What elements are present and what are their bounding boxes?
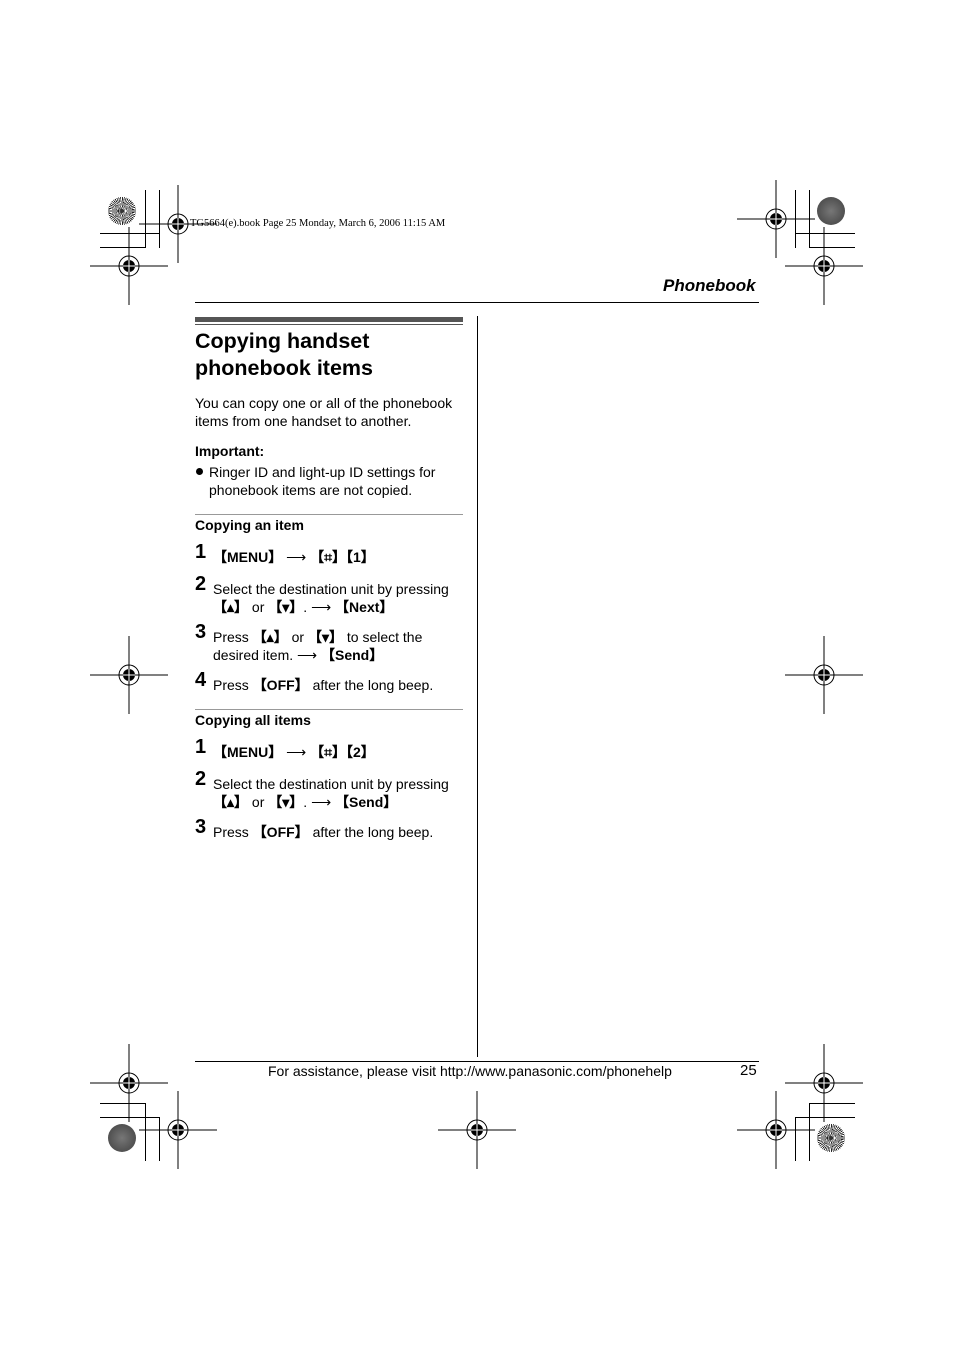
crop-mark	[159, 190, 160, 248]
title-bar	[195, 317, 463, 322]
print-info-line: TG5664(e).book Page 25 Monday, March 6, …	[190, 218, 446, 229]
step-text: 【MENU】 ⟶ 【⌗】【1】	[213, 549, 375, 565]
registration-target-icon	[785, 1044, 863, 1122]
step-number: 3	[195, 621, 207, 643]
step-number: 4	[195, 669, 207, 691]
step: 2 Select the destination unit by pressing…	[195, 574, 467, 616]
crop-mark	[809, 1103, 810, 1161]
page-title: Copying handset phonebook items	[195, 328, 475, 382]
crop-mark	[159, 1117, 160, 1161]
footer-rule	[195, 1061, 759, 1062]
title-bar-thin	[195, 324, 463, 325]
crop-mark	[809, 247, 855, 248]
crop-mark	[100, 1117, 160, 1118]
step: 2 Select the destination unit by pressing…	[195, 769, 467, 811]
section-heading: Copying an item	[195, 517, 304, 533]
intro-paragraph: You can copy one or all of the phonebook…	[195, 395, 453, 429]
crop-mark	[145, 1103, 146, 1161]
crop-mark	[795, 190, 796, 248]
registration-target-icon	[785, 227, 863, 305]
crop-mark	[795, 233, 855, 234]
step: 1 【MENU】 ⟶ 【⌗】【2】	[195, 737, 467, 761]
crop-mark	[795, 1117, 796, 1161]
title-line-2: phonebook items	[195, 356, 373, 380]
step: 3 Press 【OFF】 after the long beep.	[195, 817, 467, 841]
crop-mark	[809, 190, 810, 248]
registration-target-icon	[438, 1091, 516, 1169]
step: 4 Press 【OFF】 after the long beep.	[195, 670, 467, 694]
section-rule	[195, 514, 463, 515]
section-header: Phonebook	[663, 276, 756, 295]
step-text: Select the destination unit by pressing …	[213, 581, 449, 615]
step-text: Select the destination unit by pressing …	[213, 776, 449, 810]
step-text: 【MENU】 ⟶ 【⌗】【2】	[213, 744, 375, 760]
step-number: 1	[195, 541, 207, 563]
crop-mark	[100, 233, 160, 234]
step-number: 1	[195, 736, 207, 758]
step-text: Press 【OFF】 after the long beep.	[213, 824, 434, 840]
bullet-text: Ringer ID and light-up ID settings for p…	[209, 464, 436, 498]
registration-target-icon	[90, 227, 168, 305]
star-target-icon	[108, 197, 136, 225]
gray-disc-icon	[817, 197, 845, 225]
registration-target-icon	[139, 1091, 217, 1169]
section-heading: Copying all items	[195, 712, 311, 728]
header-rule	[195, 302, 759, 303]
step-text: Press 【OFF】 after the long beep.	[213, 677, 434, 693]
bullet-icon	[196, 468, 203, 475]
registration-target-icon	[90, 636, 168, 714]
important-label: Important:	[195, 443, 265, 459]
title-line-1: Copying handset	[195, 329, 370, 353]
footer-assistance-text: For assistance, please visit http://www.…	[268, 1063, 672, 1079]
crop-mark	[100, 247, 146, 248]
section-rule	[195, 709, 463, 710]
registration-target-icon	[785, 636, 863, 714]
important-bullet: Ringer ID and light-up ID settings for p…	[195, 463, 467, 499]
crop-mark	[145, 190, 146, 248]
step-number: 2	[195, 573, 207, 595]
crop-mark	[795, 1117, 855, 1118]
gray-disc-icon	[108, 1124, 136, 1152]
step-text: Press 【▴】 or 【▾】 to select the desired i…	[213, 629, 423, 663]
page-number: 25	[740, 1062, 757, 1079]
step: 1 【MENU】 ⟶ 【⌗】【1】	[195, 542, 467, 566]
step-number: 2	[195, 768, 207, 790]
crop-mark	[809, 1103, 855, 1104]
star-target-icon	[817, 1124, 845, 1152]
step-number: 3	[195, 816, 207, 838]
column-divider	[477, 316, 478, 1057]
crop-mark	[100, 1103, 146, 1104]
step: 3 Press 【▴】 or 【▾】 to select the desired …	[195, 622, 467, 664]
